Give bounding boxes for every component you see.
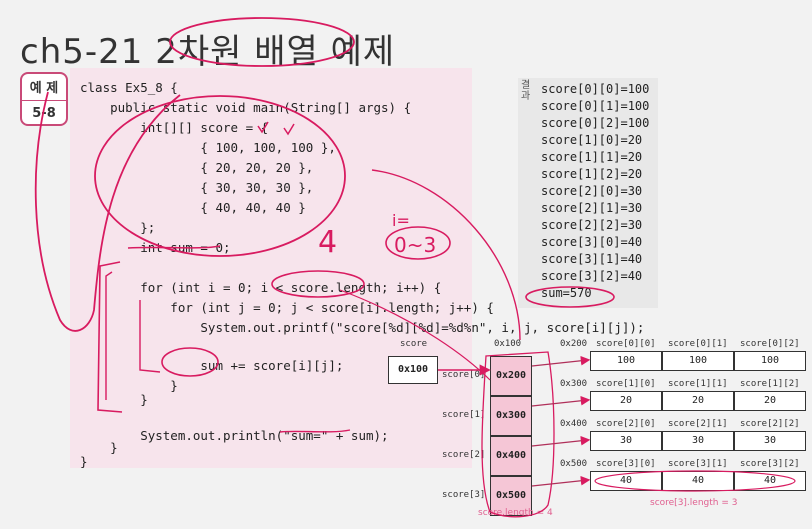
code-line: int[][] score = { — [80, 120, 269, 135]
result-line: score[2][2]=30 — [541, 218, 643, 232]
inner-cell-header: score[2][0] — [596, 419, 656, 429]
code-line: for (int j = 0; j < score[i].length; j++… — [80, 300, 494, 315]
inner-cell-header: score[2][2] — [740, 419, 800, 429]
inner-cell-header: score[0][2] — [740, 339, 800, 349]
outer-row-value: 0x400 — [490, 436, 532, 476]
inner-cell-header: score[3][0] — [596, 459, 656, 469]
inner-cell-value: 30 — [662, 431, 734, 451]
inner-array-addr: 0x500 — [560, 459, 588, 469]
inner-cell-header: score[0][0] — [596, 339, 656, 349]
inner-cell-value: 100 — [590, 351, 662, 371]
inner-cell-value: 30 — [590, 431, 662, 451]
inner-cell-value: 20 — [662, 391, 734, 411]
outer-row-label: score[1] — [442, 410, 486, 420]
code-line: int sum = 0; — [80, 240, 231, 255]
inner-array-addr: 0x300 — [560, 379, 588, 389]
inner-cell-header: score[2][1] — [668, 419, 728, 429]
result-line: score[3][1]=40 — [541, 252, 643, 266]
code-line: public static void main(String[] args) { — [80, 100, 412, 115]
code-line: { 30, 30, 30 }, — [80, 180, 314, 195]
code-line: }; — [80, 220, 156, 235]
slide-title: ch5-21 2차원 배열 예제 — [20, 32, 396, 72]
inner-cell-header: score[3][2] — [740, 459, 800, 469]
outer-row-label: score[0] — [442, 370, 486, 380]
inner-cell-value: 20 — [590, 391, 662, 411]
inner-length-note: score[3].length = 3 — [650, 498, 738, 508]
code-line: System.out.println("sum=" + sum); — [80, 428, 389, 443]
inner-cell-value: 40 — [590, 471, 662, 491]
example-badge: 예 제 5-8 — [20, 72, 68, 126]
outer-row-value: 0x200 — [490, 356, 532, 396]
code-line: { 20, 20, 20 }, — [80, 160, 314, 175]
inner-cell-header: score[1][0] — [596, 379, 656, 389]
code-line: { 40, 40, 40 } — [80, 200, 306, 215]
badge-label: 예 제 — [22, 74, 66, 101]
result-line: score[1][2]=20 — [541, 167, 643, 181]
result-tag: 결과 — [521, 80, 531, 102]
inner-cell-header: score[0][1] — [668, 339, 728, 349]
code-line: } — [80, 392, 148, 407]
code-line: System.out.printf("score[%d][%d]=%d%n", … — [80, 320, 645, 335]
outer-length-note: score.length = 4 — [478, 508, 553, 518]
result-line: score[3][2]=40 — [541, 269, 643, 283]
result-line: score[1][1]=20 — [541, 150, 643, 164]
inner-cell-value: 100 — [734, 351, 806, 371]
result-line: score[3][0]=40 — [541, 235, 643, 249]
inner-cell-value: 30 — [734, 431, 806, 451]
inner-cell-value: 100 — [662, 351, 734, 371]
result-line: score[2][0]=30 — [541, 184, 643, 198]
code-line: } — [80, 440, 118, 455]
inner-array-addr: 0x400 — [560, 419, 588, 429]
code-line: { 100, 100, 100 }, — [80, 140, 336, 155]
code-line: for (int i = 0; i < score.length; i++) { — [80, 280, 442, 295]
outer-array-addr: 0x100 — [494, 339, 522, 349]
result-line: score[0][2]=100 — [541, 116, 650, 130]
result-line: score[1][0]=20 — [541, 133, 643, 147]
code-line: class Ex5_8 { — [80, 80, 178, 95]
inner-cell-header: score[1][2] — [740, 379, 800, 389]
outer-row-value: 0x300 — [490, 396, 532, 436]
code-line: } — [80, 454, 88, 469]
inner-cell-value: 20 — [734, 391, 806, 411]
outer-row-label: score[2] — [442, 450, 486, 460]
code-line: sum += score[i][j]; — [80, 358, 344, 373]
score-var-box: 0x100 — [388, 356, 438, 384]
inner-cell-value: 40 — [662, 471, 734, 491]
result-line: sum=570 — [541, 286, 592, 300]
result-line: score[0][1]=100 — [541, 99, 650, 113]
inner-cell-value: 40 — [734, 471, 806, 491]
inner-cell-header: score[1][1] — [668, 379, 728, 389]
code-line: } — [80, 378, 178, 393]
score-var-label: score — [400, 339, 428, 349]
result-line: score[2][1]=30 — [541, 201, 643, 215]
badge-number: 5-8 — [32, 106, 56, 121]
outer-row-label: score[3] — [442, 490, 486, 500]
inner-cell-header: score[3][1] — [668, 459, 728, 469]
inner-array-addr: 0x200 — [560, 339, 588, 349]
result-line: score[0][0]=100 — [541, 82, 650, 96]
